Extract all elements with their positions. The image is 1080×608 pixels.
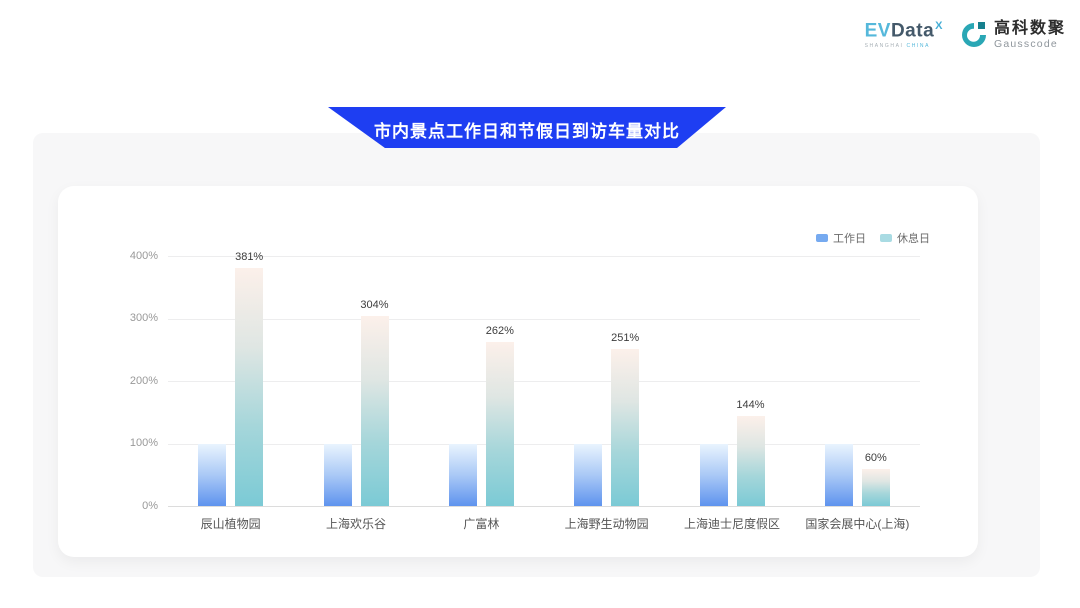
evdata-ev-text: EV [865, 21, 891, 42]
evdata-x-mark: X [935, 20, 943, 32]
bar-restday [486, 342, 514, 506]
bar-weekday [449, 444, 477, 507]
evdata-subtext-china: CHINA [907, 43, 931, 49]
gausscode-logo: 高科数聚 Gausscode [959, 20, 1066, 50]
bar-weekday [700, 444, 728, 507]
y-tick-label: 0% [96, 500, 158, 512]
chart-card: 工作日休息日 0%100%200%300%400%381%辰山植物园304%上海… [58, 186, 978, 557]
value-label: 381% [219, 251, 279, 263]
bar-weekday [198, 444, 226, 507]
gausscode-g-icon [959, 20, 989, 50]
bar-restday [862, 469, 890, 507]
value-label: 262% [470, 325, 530, 337]
y-tick-label: 400% [96, 250, 158, 262]
bar-restday [737, 416, 765, 506]
page-title: 市内景点工作日和节假日到访车量对比 [374, 113, 680, 142]
value-label: 251% [595, 332, 655, 344]
value-label: 304% [345, 299, 405, 311]
bar-restday [235, 268, 263, 506]
gausscode-en-name: Gausscode [994, 39, 1066, 50]
evdata-data-text: Data [891, 21, 934, 42]
bar-restday [611, 349, 639, 506]
value-label: 144% [721, 399, 781, 411]
gausscode-text: 高科数聚 Gausscode [994, 21, 1066, 50]
bar-restday [361, 316, 389, 506]
bar-weekday [574, 444, 602, 507]
y-tick-label: 300% [96, 312, 158, 324]
evdata-logo: EVDataX SHANGHAI CHINA [865, 21, 943, 48]
bar-chart: 0%100%200%300%400%381%辰山植物园304%上海欢乐谷262%… [58, 186, 978, 557]
category-label: 国家会展中心(上海) [782, 515, 932, 532]
evdata-subtext: SHANGHAI CHINA [865, 44, 943, 49]
value-label: 60% [846, 452, 906, 464]
y-tick-label: 100% [96, 437, 158, 449]
title-banner: 市内景点工作日和节假日到访车量对比 [328, 107, 726, 148]
gridline [168, 444, 920, 445]
content-panel: 工作日休息日 0%100%200%300%400%381%辰山植物园304%上海… [33, 133, 1040, 577]
gausscode-cn-name: 高科数聚 [994, 21, 1066, 37]
y-tick-label: 200% [96, 375, 158, 387]
page: EVDataX SHANGHAI CHINA 高科数聚 Gausscode 市内… [0, 0, 1080, 608]
gridline [168, 506, 920, 507]
header-logos: EVDataX SHANGHAI CHINA 高科数聚 Gausscode [865, 20, 1066, 50]
bar-weekday [324, 444, 352, 507]
gridline [168, 256, 920, 257]
gridline [168, 319, 920, 320]
gridline [168, 381, 920, 382]
evdata-wordmark: EVDataX [865, 21, 943, 40]
evdata-subtext-shanghai: SHANGHAI [865, 43, 904, 49]
